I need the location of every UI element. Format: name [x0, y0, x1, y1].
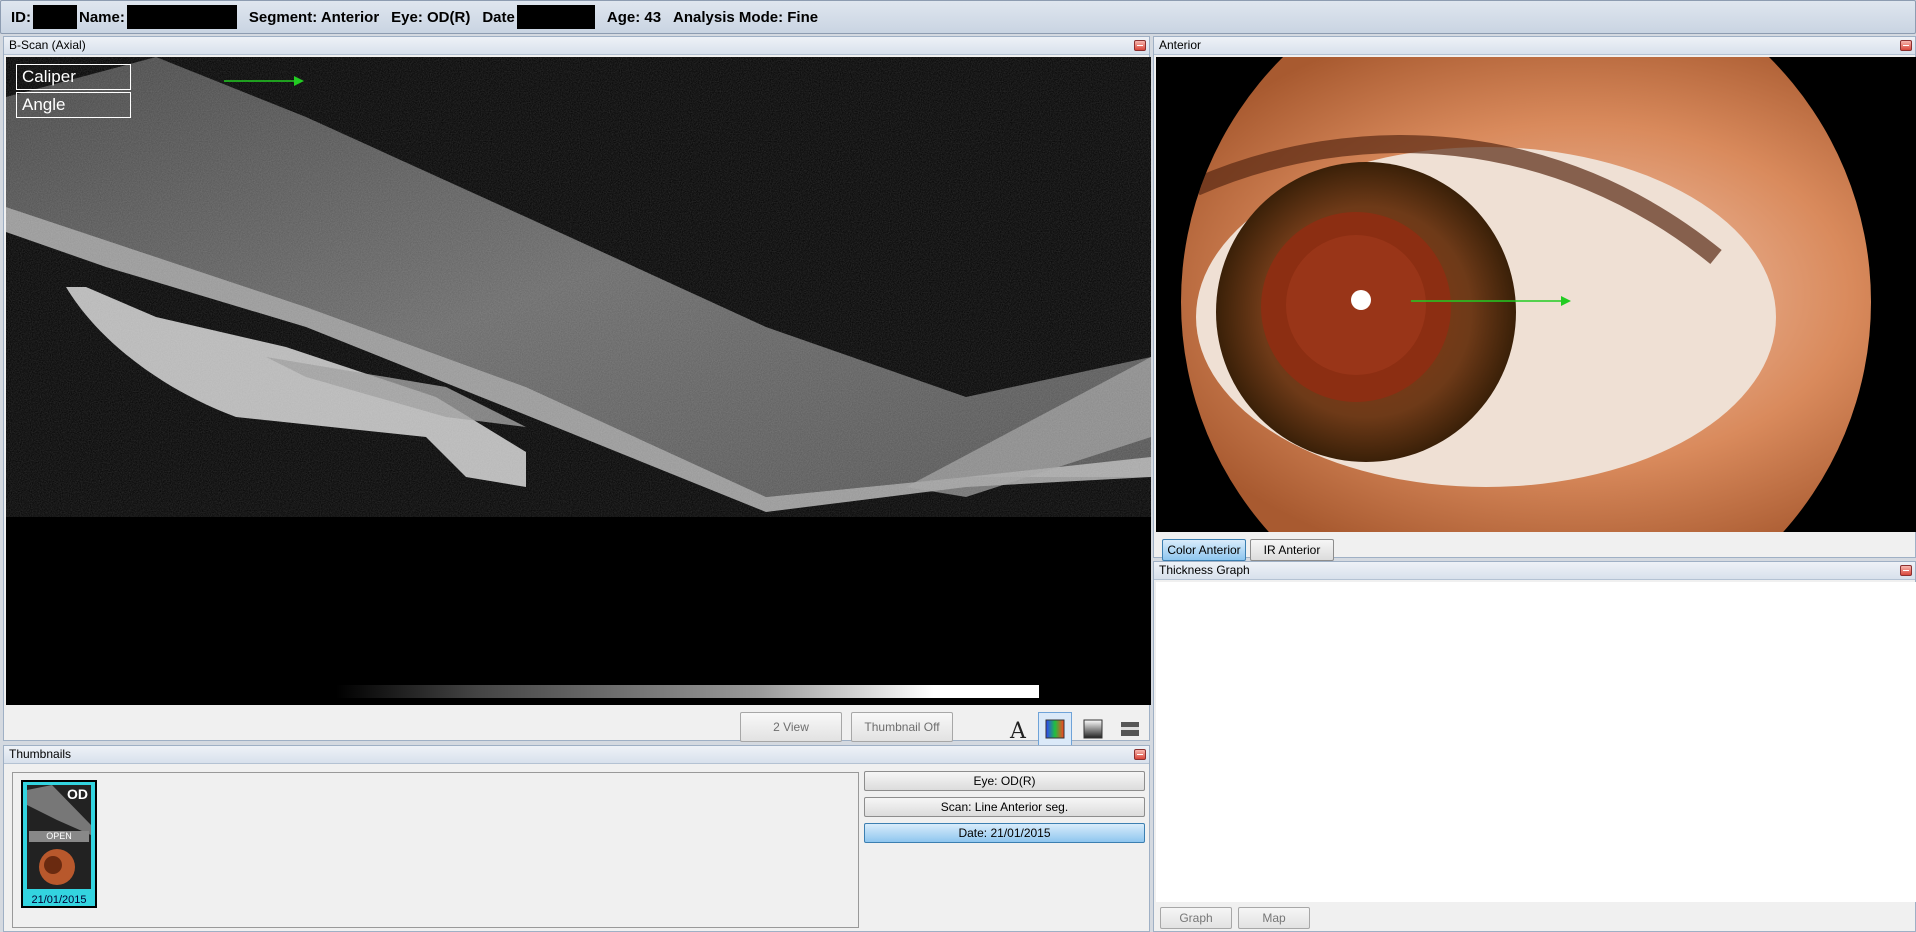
thickness-graph-panel: Thickness Graph Graph Map	[1153, 561, 1916, 932]
name-label: Name:	[79, 8, 125, 26]
graph-button[interactable]: Graph	[1160, 907, 1232, 929]
text-annotation-icon[interactable]: A	[1001, 712, 1035, 746]
close-icon[interactable]	[1900, 565, 1912, 576]
bscan-panel-header: B-Scan (Axial)	[4, 37, 1149, 55]
tab-ir-anterior[interactable]: IR Anterior	[1250, 539, 1334, 561]
color-map-icon[interactable]	[1038, 712, 1072, 746]
filter-eye-button[interactable]: Eye: OD(R)	[864, 771, 1145, 791]
grayscale-bar	[336, 685, 1039, 698]
map-button[interactable]: Map	[1238, 907, 1310, 929]
grayscale-icon[interactable]	[1076, 712, 1110, 746]
anterior-image[interactable]	[1156, 57, 1916, 532]
bscan-toolbar: 2 View Thumbnail Off A	[6, 708, 1151, 748]
thumbnails-title: Thumbnails	[9, 747, 72, 761]
thumbnails-panel-header: Thumbnails	[4, 746, 1149, 764]
thumbnail-list: OD OPEN 21/01/2015	[12, 772, 859, 928]
redacted-name	[126, 5, 237, 29]
filter-date-button[interactable]: Date: 21/01/2015	[864, 823, 1145, 843]
thumbnail-eye: OD	[67, 786, 88, 802]
thumbnails-panel: Thumbnails OD OPEN 21/01/2015 Eye: OD(R)…	[3, 745, 1150, 932]
close-icon[interactable]	[1900, 40, 1912, 51]
age-label: Age: 43	[606, 8, 662, 26]
id-label: ID:	[11, 8, 31, 26]
eye-photo	[1156, 57, 1916, 532]
two-view-button[interactable]: 2 View	[740, 712, 842, 742]
anterior-panel-header: Anterior	[1154, 37, 1915, 55]
bscan-panel: B-Scan (Axial) Caliper Angle 2 View Thum…	[3, 36, 1151, 746]
filter-scan-button[interactable]: Scan: Line Anterior seg.	[864, 797, 1145, 817]
eye-label: Eye: OD(R)	[391, 8, 471, 26]
thickness-graph-header: Thickness Graph	[1154, 562, 1915, 580]
oct-scan-image	[6, 57, 1151, 705]
anterior-panel: Anterior Color Anterior IR Anterior	[1153, 36, 1916, 561]
date-label: Date	[482, 8, 515, 26]
close-icon[interactable]	[1134, 749, 1146, 760]
scan-thumbnail[interactable]: OD OPEN 21/01/2015	[21, 780, 97, 908]
bscan-image[interactable]: Caliper Angle	[6, 57, 1151, 705]
thickness-graph-area	[1156, 582, 1916, 902]
svg-text:A: A	[1009, 719, 1027, 744]
thumbnail-off-button[interactable]: Thumbnail Off	[851, 712, 953, 742]
thumbnail-open-label: OPEN	[29, 831, 89, 842]
thumbnail-date: 21/01/2015	[31, 894, 87, 906]
segment-label: Segment: Anterior	[248, 8, 380, 26]
anterior-title: Anterior	[1159, 38, 1202, 52]
thumbnail-preview: OD OPEN	[27, 785, 91, 889]
redacted-id	[33, 5, 77, 29]
bscan-title: B-Scan (Axial)	[9, 38, 86, 52]
patient-info-bar: ID: Name: Segment: Anterior Eye: OD(R) D…	[0, 0, 1916, 34]
analysis-mode-label: Analysis Mode: Fine	[673, 8, 819, 26]
angle-tool[interactable]: Angle	[16, 92, 131, 118]
caliper-tool[interactable]: Caliper	[16, 64, 131, 90]
close-icon[interactable]	[1134, 40, 1146, 51]
tab-color-anterior[interactable]: Color Anterior	[1162, 539, 1246, 561]
thickness-graph-title: Thickness Graph	[1159, 563, 1250, 577]
inverted-grayscale-icon[interactable]	[1113, 712, 1147, 746]
redacted-date	[516, 5, 595, 29]
